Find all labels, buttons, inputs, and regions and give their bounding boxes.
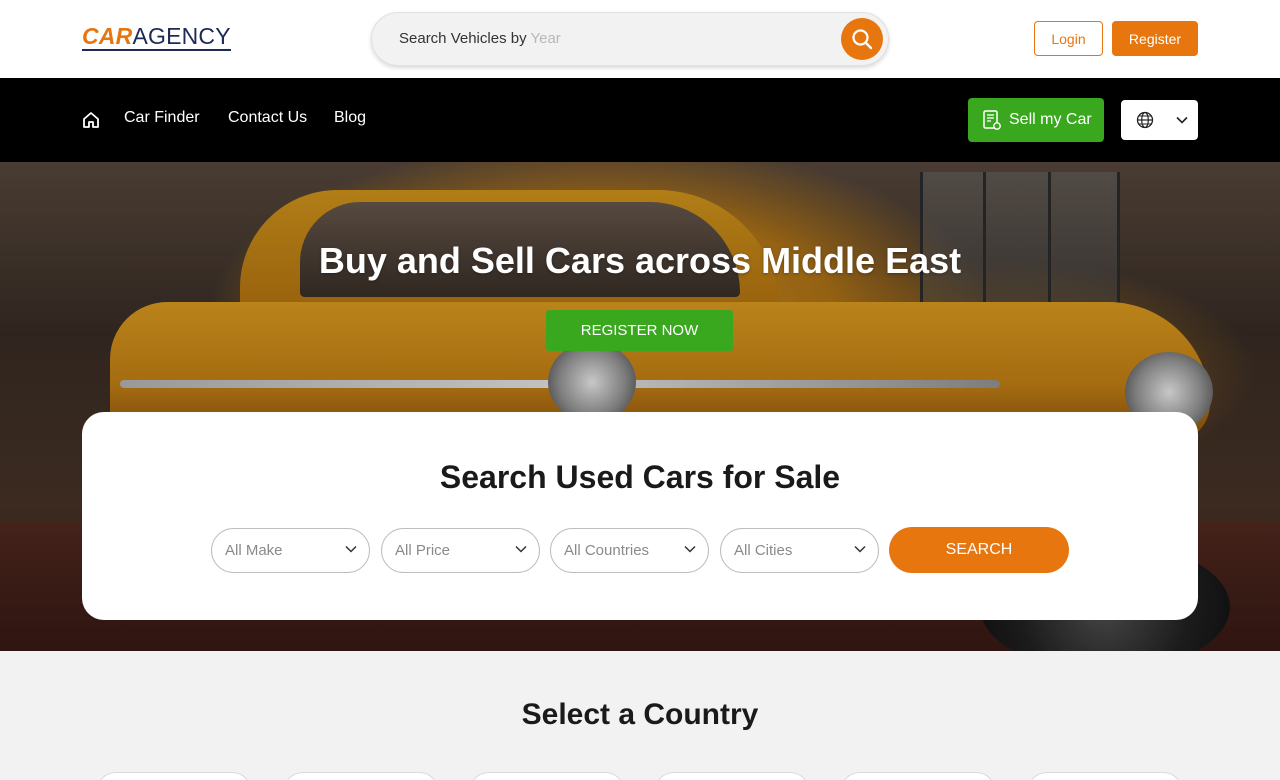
country-card[interactable] — [469, 772, 625, 780]
top-header: CARAGENCY Search Vehicles by Year Login … — [0, 0, 1280, 78]
search-button[interactable] — [841, 18, 883, 60]
nav-link-contact-us[interactable]: Contact Us — [228, 109, 307, 127]
logo-car-text: CAR — [82, 23, 133, 49]
register-button[interactable]: Register — [1112, 21, 1198, 56]
price-select-value: All Price — [395, 542, 451, 559]
hero-title: Buy and Sell Cars across Middle East — [318, 240, 962, 281]
make-select[interactable]: All Make — [211, 528, 370, 573]
hero-car-headlight-left — [548, 342, 636, 422]
login-button[interactable]: Login — [1034, 21, 1103, 56]
logo-agency-text: AGENCY — [132, 23, 231, 49]
city-select[interactable]: All Cities — [720, 528, 879, 573]
home-icon[interactable] — [81, 110, 101, 130]
search-placeholder-suffix: Year — [530, 30, 561, 47]
chevron-down-icon — [515, 545, 527, 553]
hero-background-window — [920, 172, 1120, 412]
chevron-down-icon — [854, 545, 866, 553]
nav-link-blog[interactable]: Blog — [334, 109, 366, 127]
sell-my-car-label: Sell my Car — [1009, 111, 1092, 128]
globe-icon — [1136, 111, 1154, 129]
site-logo[interactable]: CARAGENCY — [82, 24, 231, 51]
hero-car-chrome-trim — [120, 380, 1000, 388]
country-card[interactable] — [840, 772, 996, 780]
language-selector[interactable] — [1121, 100, 1198, 140]
sell-my-car-button[interactable]: Sell my Car — [968, 98, 1104, 142]
country-card[interactable] — [1027, 772, 1183, 780]
country-card[interactable] — [283, 772, 439, 780]
price-select[interactable]: All Price — [381, 528, 540, 573]
country-select-value: All Countries — [564, 542, 650, 559]
main-nav: Car Finder Contact Us Blog Sell my Car — [0, 78, 1280, 162]
city-select-value: All Cities — [734, 542, 793, 559]
country-section: Select a Country — [0, 651, 1280, 780]
hero-section: Buy and Sell Cars across Middle East REG… — [0, 162, 1280, 651]
search-icon — [852, 29, 873, 50]
car-document-icon — [983, 110, 1001, 130]
search-submit-button[interactable]: SEARCH — [889, 527, 1069, 573]
country-card[interactable] — [654, 772, 810, 780]
chevron-down-icon — [1176, 116, 1188, 124]
country-card[interactable] — [96, 772, 252, 780]
search-card-title: Search Used Cars for Sale — [439, 459, 841, 495]
chevron-down-icon — [345, 545, 357, 553]
nav-link-car-finder[interactable]: Car Finder — [124, 109, 200, 127]
search-card: Search Used Cars for Sale All Make All P… — [82, 412, 1198, 620]
chevron-down-icon — [684, 545, 696, 553]
search-placeholder-prefix: Search Vehicles by — [399, 30, 531, 47]
country-section-title: Select a Country — [521, 698, 759, 731]
register-now-button[interactable]: REGISTER NOW — [546, 310, 733, 351]
country-select[interactable]: All Countries — [550, 528, 709, 573]
vehicle-search-bar[interactable]: Search Vehicles by Year — [371, 12, 889, 66]
make-select-value: All Make — [225, 542, 283, 559]
search-placeholder: Search Vehicles by Year — [399, 30, 561, 47]
